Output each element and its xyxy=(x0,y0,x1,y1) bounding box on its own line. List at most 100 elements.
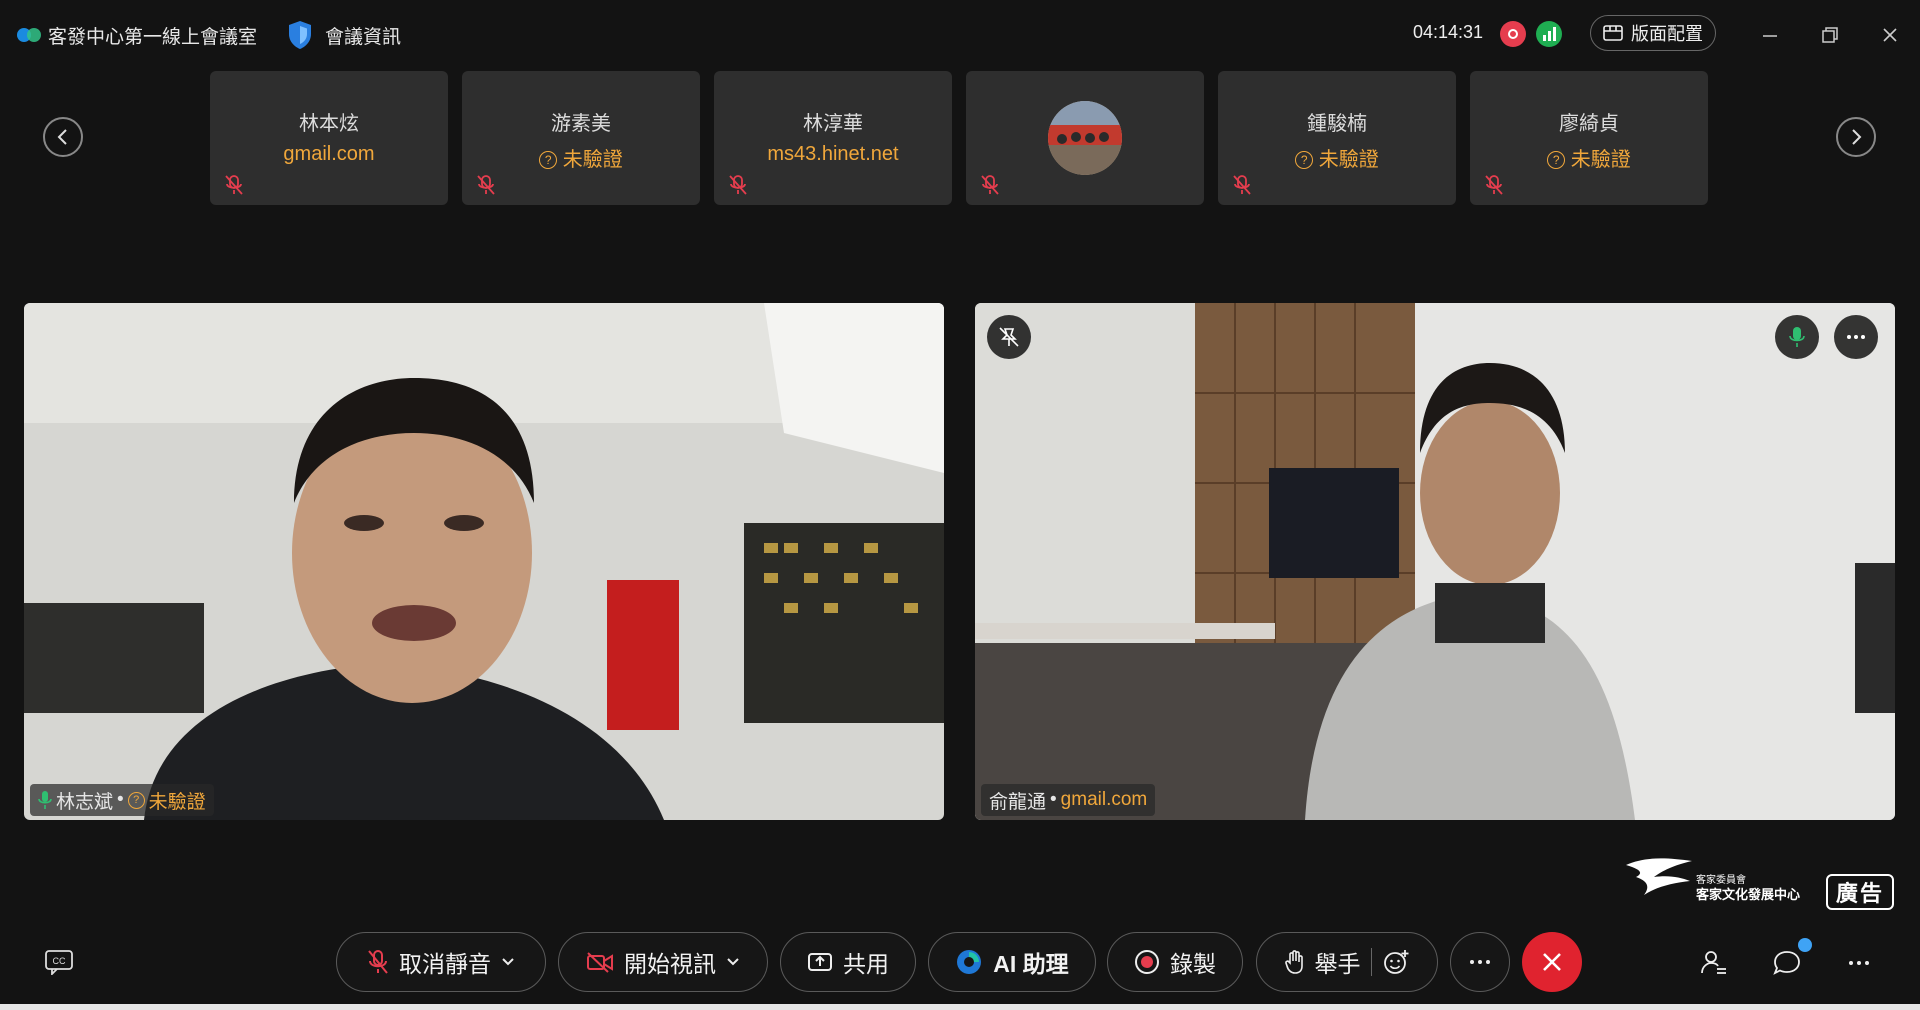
participant-name: 俞龍通 xyxy=(989,791,1047,813)
mic-muted-icon xyxy=(477,175,495,195)
unverified-label: 未驗證 xyxy=(1318,149,1379,171)
next-participants-button[interactable] xyxy=(1836,117,1876,157)
participant-name: 林本炫 xyxy=(299,113,359,135)
mic-muted-icon xyxy=(981,175,999,195)
share-button[interactable]: 共用 xyxy=(780,932,916,992)
unpin-video-button[interactable] xyxy=(987,315,1031,359)
unmute-label: 取消靜音 xyxy=(399,951,491,977)
closed-captions-icon[interactable]: CC xyxy=(44,949,76,975)
leave-meeting-button[interactable] xyxy=(1522,932,1582,992)
participant-domain: gmail.com xyxy=(283,143,375,165)
question-circle-icon: ? xyxy=(539,151,558,169)
video-off-icon xyxy=(587,952,613,973)
more-horizontal-icon xyxy=(1847,335,1865,339)
video-feed-left xyxy=(24,303,944,820)
meeting-info-button[interactable]: 會議資訊 xyxy=(287,20,401,50)
share-screen-icon xyxy=(808,953,832,971)
mic-muted-icon xyxy=(225,175,243,195)
hakka-bird-logo-icon xyxy=(1626,858,1692,895)
participant-name: 林志斌 xyxy=(56,791,114,813)
more-horizontal-icon xyxy=(1849,961,1869,965)
mic-muted-icon xyxy=(368,950,388,974)
panel-more-button[interactable] xyxy=(1840,944,1878,982)
video-more-options-button[interactable] xyxy=(1834,315,1878,359)
separator-dot: • xyxy=(1050,789,1057,810)
participant-tile[interactable]: 林淳華 ms43.hinet.net xyxy=(714,71,952,205)
window-bottom-edge xyxy=(0,1004,1920,1010)
chevron-down-icon[interactable] xyxy=(726,957,740,967)
shield-icon xyxy=(289,21,312,49)
separator-dot: • xyxy=(117,789,124,810)
unmute-button[interactable]: 取消靜音 xyxy=(336,932,546,992)
participant-unverified: ? 未驗證 xyxy=(462,143,700,172)
reactions-icon[interactable] xyxy=(1382,948,1410,976)
minimize-icon xyxy=(1763,35,1777,37)
raise-hand-label: 舉手 xyxy=(1314,951,1361,977)
ai-assistant-button[interactable]: AI 助理 xyxy=(928,932,1096,992)
chevron-down-icon[interactable] xyxy=(501,957,515,967)
mic-muted-icon xyxy=(1485,175,1503,195)
divider xyxy=(1370,948,1372,976)
video-pane-right[interactable]: 俞龍通 • gmail.com xyxy=(975,303,1895,820)
meeting-timer: 04:14:31 xyxy=(1413,22,1484,42)
record-button[interactable]: 錄製 xyxy=(1107,932,1243,992)
webex-logo-icon xyxy=(17,28,41,42)
ad-badge: 廣告 xyxy=(1826,874,1894,910)
mic-muted-icon xyxy=(729,175,747,195)
chat-icon xyxy=(1773,951,1800,975)
participant-unverified: ? 未驗證 xyxy=(1470,143,1708,172)
network-signal-icon[interactable] xyxy=(1536,21,1562,47)
minimize-button[interactable] xyxy=(1755,20,1785,50)
ai-assistant-label: AI 助理 xyxy=(993,951,1069,977)
hakka-center-logo: 客家委員會 客家文化發展中心 xyxy=(1624,853,1824,909)
more-options-button[interactable] xyxy=(1450,932,1510,992)
record-label: 錄製 xyxy=(1170,951,1216,977)
meeting-info-label: 會議資訊 xyxy=(325,26,402,48)
close-icon xyxy=(1883,28,1897,42)
layout-icon xyxy=(1603,25,1623,41)
restore-button[interactable] xyxy=(1815,20,1845,50)
chevron-right-icon xyxy=(1852,129,1862,145)
speaking-mic-button[interactable] xyxy=(1775,315,1819,359)
participant-tile[interactable]: 廖綺貞 ? 未驗證 xyxy=(1470,71,1708,205)
prev-participants-button[interactable] xyxy=(43,117,83,157)
record-icon xyxy=(1135,950,1159,974)
mic-muted-icon xyxy=(1233,175,1251,195)
layout-button[interactable]: 版面配置 xyxy=(1590,15,1716,51)
share-label: 共用 xyxy=(843,951,889,977)
participant-tile[interactable]: 鍾駿楠 ? 未驗證 xyxy=(1218,71,1456,205)
participants-icon xyxy=(1701,951,1726,974)
mic-active-icon xyxy=(1789,327,1805,347)
participant-tile[interactable]: 游素美 ? 未驗證 xyxy=(462,71,700,205)
question-circle-icon: ? xyxy=(1295,151,1314,169)
chat-panel-button[interactable] xyxy=(1768,938,1812,982)
close-window-button[interactable] xyxy=(1875,20,1905,50)
participant-tile[interactable] xyxy=(966,71,1204,205)
video-name-tag-right: 俞龍通 • gmail.com xyxy=(981,784,1156,816)
org-line-2: 客家文化發展中心 xyxy=(1696,887,1801,902)
start-video-button[interactable]: 開始視訊 xyxy=(558,932,768,992)
unverified-label: 未驗證 xyxy=(148,791,206,813)
participant-name: 鍾駿楠 xyxy=(1307,113,1367,135)
participant-name: 廖綺貞 xyxy=(1559,113,1619,135)
participants-panel-button[interactable] xyxy=(1695,944,1733,982)
video-name-tag-left: 林志斌 • ? 未驗證 xyxy=(30,784,214,816)
restore-icon xyxy=(1822,27,1838,43)
more-horizontal-icon xyxy=(1470,960,1490,964)
participant-name: 林淳華 xyxy=(803,113,863,135)
raise-hand-button[interactable]: 舉手 xyxy=(1256,932,1438,992)
recording-indicator-icon[interactable] xyxy=(1500,21,1526,47)
video-feed-right xyxy=(975,303,1895,820)
participant-unverified: ? 未驗證 xyxy=(1218,143,1456,172)
close-icon xyxy=(1543,953,1561,971)
room-title: 客發中心第一線上會議室 xyxy=(48,26,258,48)
unverified-label: 未驗證 xyxy=(562,149,623,171)
participant-domain: gmail.com xyxy=(1060,789,1148,810)
layout-button-label: 版面配置 xyxy=(1631,24,1703,44)
participant-tile[interactable]: 林本炫 gmail.com xyxy=(210,71,448,205)
question-circle-icon: ? xyxy=(127,791,145,809)
video-pane-left[interactable]: 林志斌 • ? 未驗證 xyxy=(24,303,944,820)
signal-bars-icon xyxy=(1543,27,1556,41)
unpin-icon xyxy=(999,327,1019,347)
chevron-left-icon xyxy=(57,129,67,145)
